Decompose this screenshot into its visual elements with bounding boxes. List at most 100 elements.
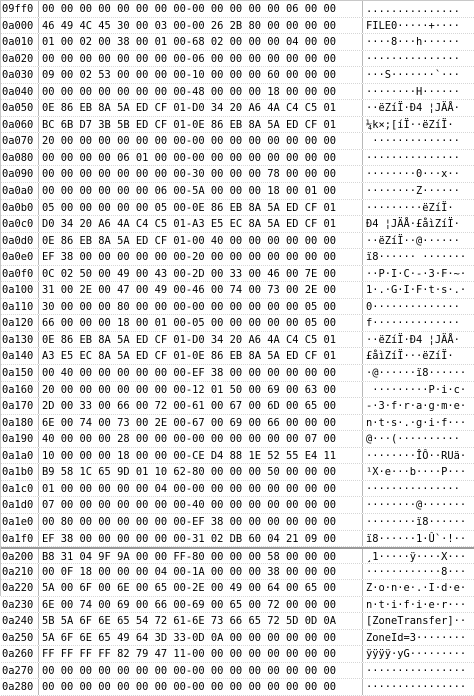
hex-row[interactable]: 0a060 BC 6B D7 3B 5B ED CF 01-0E 86 EB 8A… [1,116,474,134]
hex-bytes[interactable]: EF 38 00 00 00 00 00 00-31 02 DB 60 04 2… [38,530,362,547]
hex-row[interactable]: 0a170 2D 00 33 00 66 00 72 00-61 00 67 00… [1,398,474,415]
hex-bytes[interactable]: 6E 00 74 00 69 00 66 00-69 00 65 00 72 0… [38,596,362,613]
hex-row[interactable]: 0a240 5B 5A 6F 6E 65 54 72 61-6E 73 66 65… [1,613,474,630]
ascii-text[interactable]: ............... [362,1,474,17]
hex-row[interactable]: 0a160 20 00 00 00 00 00 00 00-12 01 50 00… [1,381,474,399]
hex-row[interactable]: 0a210 00 0F 18 00 00 00 04 00-1A 00 00 00… [1,563,474,581]
hex-bytes[interactable]: 5A 00 6F 00 6E 00 65 00-2E 00 49 00 64 0… [38,580,362,596]
hex-bytes[interactable]: 5A 6F 6E 65 49 64 3D 33-0D 0A 00 00 00 0… [38,629,362,646]
ascii-text[interactable]: FILE0·····+···· [362,17,474,34]
ascii-text[interactable]: ················ [362,679,474,695]
hex-row[interactable]: 0a280 00 00 00 00 00 00 00 00-00 00 00 00… [1,679,474,696]
ascii-text[interactable]: ····8···h······ [362,34,474,50]
hex-row[interactable]: 0a050 0E 86 EB 8A 5A ED CF 01-D0 34 20 A6… [1,100,474,117]
hex-row[interactable]: 0a020 00 00 00 00 00 00 00 00-06 00 00 00… [1,50,474,68]
hex-bytes[interactable]: 00 00 00 00 00 00 06 00-5A 00 00 00 18 0… [38,183,362,199]
hex-row[interactable]: 0a100 31 00 2E 00 47 00 49 00-46 00 74 00… [1,282,474,299]
ascii-text[interactable]: ·············· [362,133,474,149]
hex-bytes[interactable]: 00 40 00 00 00 00 00 00-EF 38 00 00 00 0… [38,365,362,381]
ascii-text[interactable]: f·············· [362,315,474,331]
ascii-text[interactable]: ········0···x·· [362,166,474,183]
hex-bytes[interactable]: 05 00 00 00 00 00 05 00-0E 86 EB 8A 5A E… [38,199,362,216]
hex-bytes[interactable]: FF FF FF FF 82 79 47 11-00 00 00 00 00 0… [38,646,362,662]
ascii-text[interactable]: ········ÎÔ··RUä· [362,447,474,464]
ascii-text[interactable]: ¸1·····ÿ····X··· [362,549,474,563]
ascii-text[interactable]: ··············· [362,149,474,166]
hex-row[interactable]: 0a080 00 00 00 00 06 01 00 00-00 00 00 00… [1,149,474,167]
ascii-text[interactable]: ·@······ï8······ [362,365,474,381]
hex-bytes[interactable]: B9 58 1C 65 9D 01 10 62-80 00 00 00 50 0… [38,464,362,480]
ascii-text[interactable]: ············8··· [362,563,474,580]
ascii-text[interactable]: £åìZíÏ···ëZíÏ· [362,348,474,365]
hex-row[interactable]: 0a190 40 00 00 00 28 00 00 00-00 00 00 00… [1,431,474,448]
ascii-text[interactable]: ï8······ ······· [362,249,474,265]
ascii-text[interactable]: ········ï8······ [362,513,474,530]
hex-row[interactable]: 0a120 66 00 00 00 18 00 01 00-05 00 00 00… [1,315,474,332]
hex-row[interactable]: 0a110 30 00 00 00 80 00 00 00-00 00 00 00… [1,298,474,316]
hex-bytes[interactable]: EF 38 00 00 00 00 00 00-20 00 00 00 00 0… [38,249,362,265]
ascii-text[interactable]: 0·············· [362,298,474,315]
ascii-text[interactable]: ···S·······`··· [362,67,474,83]
hex-row[interactable]: 0a230 6E 00 74 00 69 00 66 00-69 00 65 00… [1,596,474,614]
hex-bytes[interactable]: 20 00 00 00 00 00 00 00-12 01 50 00 69 0… [38,381,362,398]
hex-row[interactable]: 0a1e0 00 80 00 00 00 00 00 00-EF 38 00 00… [1,513,474,531]
hex-row[interactable]: 09ff0 00 00 00 00 00 00 00 00-00 00 00 00… [1,1,474,18]
hex-bytes[interactable]: 09 00 02 53 00 00 00 00-10 00 00 00 60 0… [38,67,362,83]
ascii-text[interactable]: ¼k×;[íÏ··ëZíÏ· [362,116,474,133]
hex-bytes[interactable]: 00 00 00 00 00 00 00 00-00 00 00 00 00 0… [38,679,362,695]
hex-row[interactable]: 0a000 46 49 4C 45 30 00 03 00-00 26 2B 80… [1,17,474,35]
ascii-text[interactable]: ········@······· [362,497,474,513]
ascii-text[interactable]: Ð4 ¦JÄÅ·£åìZíÏ· [362,216,474,232]
hex-bytes[interactable]: 10 00 00 00 18 00 00 00-CE D4 88 1E 52 5… [38,447,362,464]
hex-bytes[interactable]: 2D 00 33 00 66 00 72 00-61 00 67 00 6D 0… [38,398,362,414]
ascii-text[interactable]: ················ [362,662,474,679]
hex-row[interactable]: 0a260 FF FF FF FF 82 79 47 11-00 00 00 00… [1,646,474,663]
hex-bytes[interactable]: 6E 00 74 00 73 00 2E 00-67 00 69 00 66 0… [38,414,362,431]
hex-row[interactable]: 0a200 B8 31 04 9F 9A 00 00 FF-80 00 00 00… [1,547,474,564]
hex-bytes[interactable]: 00 00 00 00 00 00 00 00-30 00 00 00 78 0… [38,166,362,183]
ascii-text[interactable]: ï8······1·Û`·!·· [362,530,474,547]
ascii-text[interactable]: ··P·I·C·-·3·F·~· [362,265,474,282]
ascii-text[interactable]: ¹X·e···b····P··· [362,464,474,480]
ascii-text[interactable]: ··ëZíÏ·Ð4 ¦JÄÅ· [362,100,474,116]
hex-row[interactable]: 0a070 20 00 00 00 00 00 00 00-00 00 00 00… [1,133,474,150]
hex-row[interactable]: 0a220 5A 00 6F 00 6E 00 65 00-2E 00 49 00… [1,580,474,597]
hex-bytes[interactable]: 46 49 4C 45 30 00 03 00-00 26 2B 80 00 0… [38,17,362,34]
ascii-text[interactable]: ··ëZíÏ··@······ [362,232,474,249]
hex-bytes[interactable]: 30 00 00 00 80 00 00 00-00 00 00 00 00 0… [38,298,362,315]
hex-bytes[interactable]: 01 00 02 00 38 00 01 00-68 02 00 00 00 0… [38,34,362,50]
ascii-text[interactable]: ÿÿÿÿ·yG········· [362,646,474,662]
hex-bytes[interactable]: 00 00 00 00 00 00 00 00-00 00 00 00 00 0… [38,1,362,17]
hex-row[interactable]: 0a0f0 0C 02 50 00 49 00 43 00-2D 00 33 00… [1,265,474,283]
hex-row[interactable]: 0a0a0 00 00 00 00 00 00 06 00-5A 00 00 00… [1,183,474,200]
ascii-text[interactable]: @···(·········· [362,431,474,447]
hex-bytes[interactable]: A3 E5 EC 8A 5A ED CF 01-0E 86 EB 8A 5A E… [38,348,362,365]
hex-bytes[interactable]: BC 6B D7 3B 5B ED CF 01-0E 86 EB 8A 5A E… [38,116,362,133]
hex-bytes[interactable]: 00 00 00 00 00 00 00 00-00 00 00 00 00 0… [38,662,362,679]
hex-row[interactable]: 0a0e0 EF 38 00 00 00 00 00 00-20 00 00 00… [1,249,474,266]
hex-bytes[interactable]: 66 00 00 00 18 00 01 00-05 00 00 00 00 0… [38,315,362,331]
hex-row[interactable]: 0a140 A3 E5 EC 8A 5A ED CF 01-0E 86 EB 8A… [1,348,474,366]
hex-row[interactable]: 0a030 09 00 02 53 00 00 00 00-10 00 00 00… [1,67,474,84]
hex-bytes[interactable]: 00 0F 18 00 00 00 04 00-1A 00 00 00 38 0… [38,563,362,580]
hex-bytes[interactable]: 20 00 00 00 00 00 00 00-00 00 00 00 00 0… [38,133,362,149]
hex-bytes[interactable]: B8 31 04 9F 9A 00 00 FF-80 00 00 00 58 0… [38,549,362,563]
ascii-text[interactable]: ·········P·i·c· [362,381,474,398]
hex-bytes[interactable]: 01 00 00 00 00 00 04 00-00 00 00 00 00 0… [38,480,362,497]
hex-row[interactable]: 0a1c0 01 00 00 00 00 00 04 00-00 00 00 00… [1,480,474,498]
hex-row[interactable]: 0a1b0 B9 58 1C 65 9D 01 10 62-80 00 00 00… [1,464,474,481]
hex-row[interactable]: 0a270 00 00 00 00 00 00 00 00-00 00 00 00… [1,662,474,680]
hex-row[interactable]: 0a0c0 D0 34 20 A6 4A C4 C5 01-A3 E5 EC 8A… [1,216,474,233]
ascii-text[interactable]: ·········ëZíÏ· [362,199,474,216]
hex-row[interactable]: 0a0d0 0E 86 EB 8A 5A ED CF 01-00 40 00 00… [1,232,474,250]
hex-row[interactable]: 0a090 00 00 00 00 00 00 00 00-30 00 00 00… [1,166,474,184]
ascii-text[interactable]: ········Z······ [362,183,474,199]
hex-row[interactable]: 0a130 0E 86 EB 8A 5A ED CF 01-D0 34 20 A6… [1,331,474,349]
hex-row[interactable]: 0a1d0 07 00 00 00 00 00 00 00-40 00 00 00… [1,497,474,514]
ascii-text[interactable]: -·3·f·r·a·g·m·e· [362,398,474,414]
hex-bytes[interactable]: 00 00 00 00 00 00 00 00-06 00 00 00 00 0… [38,50,362,67]
ascii-text[interactable]: ········H······ [362,83,474,100]
ascii-text[interactable]: Z·o·n·e·.·I·d·e· [362,580,474,596]
hex-bytes[interactable]: 0C 02 50 00 49 00 43 00-2D 00 33 00 46 0… [38,265,362,282]
hex-bytes[interactable]: 0E 86 EB 8A 5A ED CF 01-D0 34 20 A6 4A C… [38,100,362,116]
